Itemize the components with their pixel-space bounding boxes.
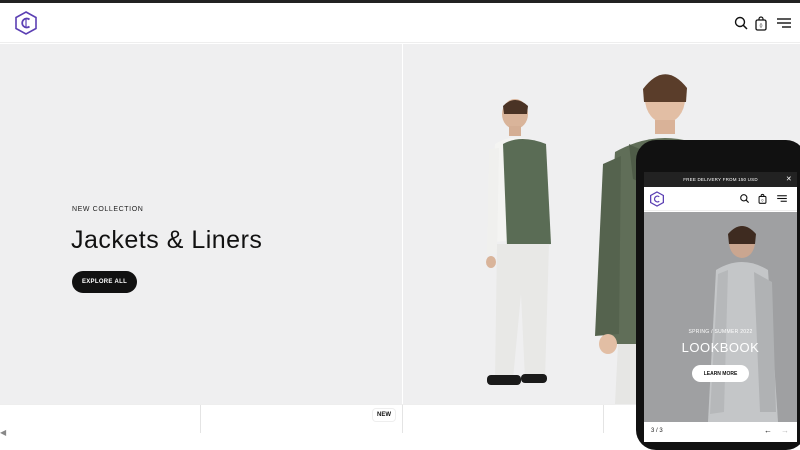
phone-header: 0 (644, 187, 797, 211)
next-arrow-icon[interactable]: → (781, 426, 789, 435)
hero-title: Jackets & Liners (71, 226, 263, 254)
search-icon[interactable] (739, 193, 750, 204)
site-header: 0 (0, 3, 800, 43)
explore-all-button[interactable]: EXPLORE ALL (72, 271, 137, 293)
search-icon[interactable] (733, 15, 749, 31)
strip-divider (603, 405, 604, 433)
slide-counter: 3 / 3 (651, 428, 663, 434)
phone-announcement-text: FREE DELIVERY FROM 150 USD (683, 177, 758, 182)
phone-screen: FREE DELIVERY FROM 150 USD ✕ 0 SPRING / … (644, 172, 797, 442)
lookbook-title: LOOKBOOK (681, 340, 760, 355)
strip-divider (200, 405, 201, 433)
learn-more-button[interactable]: LEARN MORE (692, 365, 749, 382)
scroll-left-icon[interactable]: ◀ (0, 428, 6, 437)
shopping-bag-icon[interactable]: 0 (757, 193, 768, 204)
close-icon[interactable]: ✕ (786, 175, 792, 183)
phone-announcement-bar: FREE DELIVERY FROM 150 USD ✕ (644, 172, 797, 187)
cube-logo-icon[interactable] (650, 191, 664, 207)
phone-cart-count: 0 (762, 199, 764, 203)
new-badge: NEW (373, 409, 395, 421)
strip-divider (402, 405, 403, 433)
menu-icon[interactable] (776, 15, 792, 31)
hero-eyebrow: NEW COLLECTION (72, 206, 144, 213)
shopping-bag-icon[interactable]: 0 (753, 15, 769, 31)
prev-arrow-icon[interactable]: ← (764, 426, 772, 435)
menu-icon[interactable] (776, 193, 788, 204)
phone-slider-footer: 3 / 3 ← → (644, 422, 797, 442)
phone-hero-slide[interactable]: SPRING / SUMMER 2022 LOOKBOOK LEARN MORE (644, 212, 797, 422)
cube-logo-icon[interactable] (15, 11, 37, 35)
hero-left-panel (0, 44, 402, 404)
lookbook-eyebrow: SPRING / SUMMER 2022 (688, 329, 753, 335)
lookbook-model-illustration (708, 226, 778, 422)
cart-count: 0 (760, 24, 763, 30)
